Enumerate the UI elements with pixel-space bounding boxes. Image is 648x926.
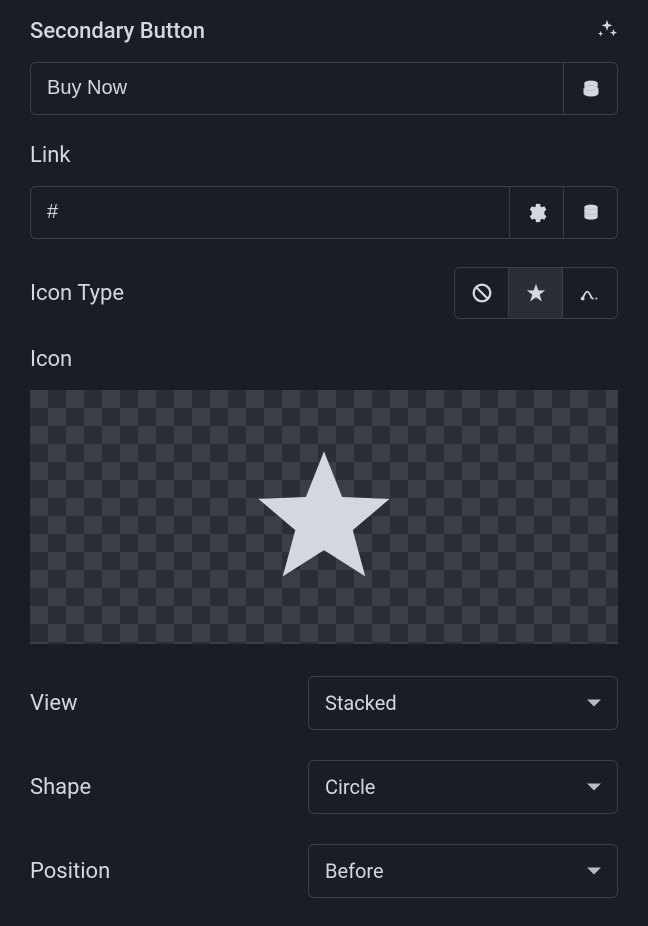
view-label: View (30, 691, 78, 716)
position-select[interactable]: Before (308, 844, 618, 898)
link-dynamic-tag-button[interactable] (564, 186, 618, 239)
section-title: Secondary Button (30, 19, 205, 44)
dynamic-tag-button[interactable] (564, 62, 618, 115)
view-select[interactable]: Stacked (308, 676, 618, 730)
gear-icon (527, 203, 547, 223)
shape-label: Shape (30, 775, 91, 800)
icon-type-none[interactable] (455, 268, 509, 318)
position-label: Position (30, 859, 110, 884)
none-icon (471, 282, 493, 304)
shape-select[interactable]: Circle (308, 760, 618, 814)
icon-preview[interactable] (30, 390, 618, 644)
button-text-input[interactable] (30, 62, 564, 115)
star-icon (525, 282, 547, 304)
link-label: Link (30, 143, 618, 168)
icon-type-svg[interactable] (563, 268, 617, 318)
link-settings-button[interactable] (510, 186, 564, 239)
icon-type-label: Icon Type (30, 281, 124, 306)
icon-preview-star-icon (249, 442, 399, 592)
ai-sparkle-icon[interactable] (596, 18, 618, 44)
database-icon (581, 203, 601, 223)
icon-label: Icon (30, 347, 618, 372)
svg-path-icon (579, 282, 601, 304)
database-icon (581, 79, 601, 99)
link-input[interactable] (30, 186, 510, 239)
icon-type-toggle (454, 267, 618, 319)
icon-type-icon[interactable] (509, 268, 563, 318)
